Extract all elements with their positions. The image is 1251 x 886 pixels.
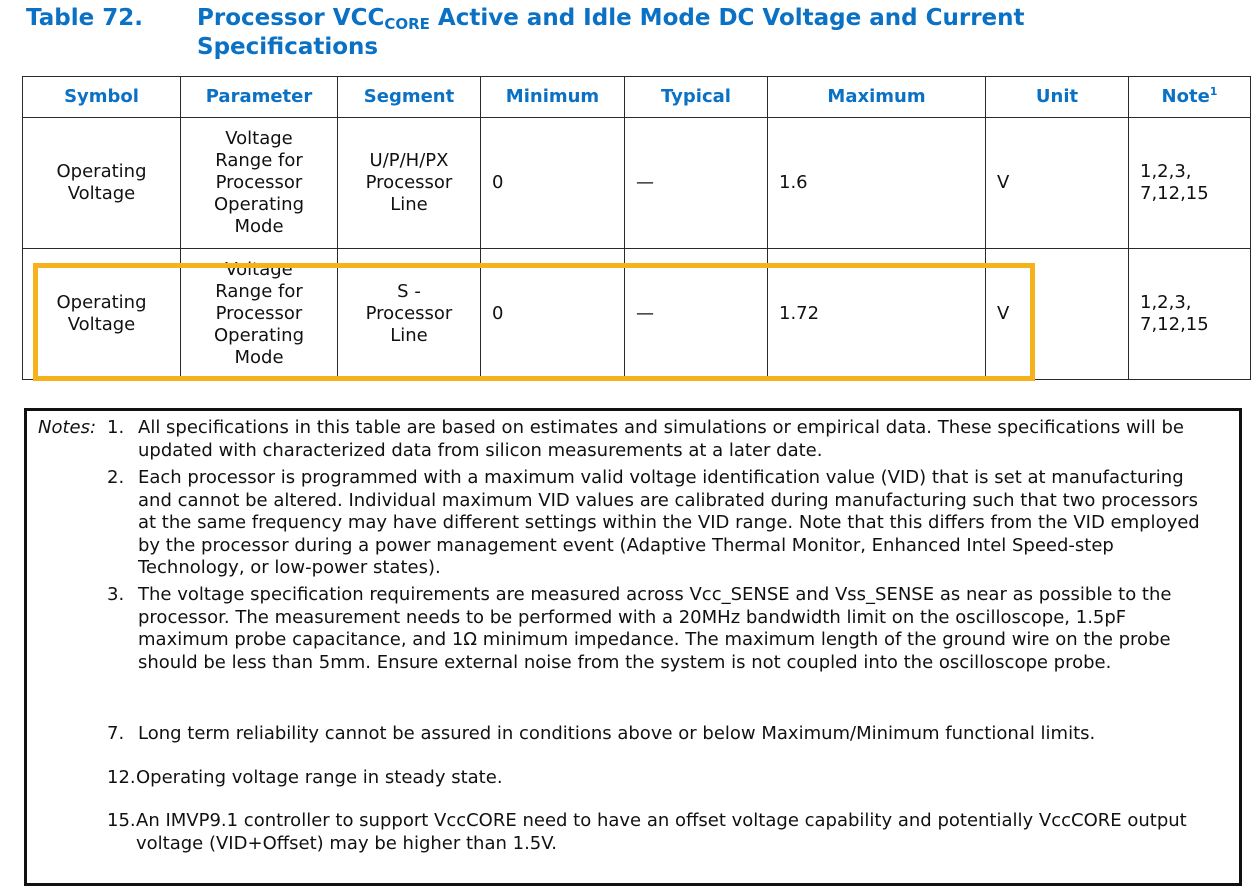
cell-parameter: Voltage Range for Processor Operating Mo… [180,248,338,380]
header-note-label: Note [1161,86,1210,107]
cell-typical: — [624,248,768,380]
note-number: 15. [107,810,136,831]
title-main: Processor VCC [197,5,385,31]
header-row: Symbol Parameter Segment Minimum Typical… [22,76,1251,118]
table-number: Table 72. [26,5,143,31]
cell-minimum: 0 [480,117,625,249]
cell-symbol-text: Operating Voltage [56,161,147,204]
header-symbol: Symbol [22,76,181,118]
header-minimum: Minimum [480,76,625,118]
cell-segment: S - Processor Line [337,248,481,380]
note-number: 3. [107,584,125,605]
header-segment: Segment [337,76,481,118]
cell-note-text: 1,2,3, 7,12,15 [1140,292,1209,335]
spec-table: Symbol Parameter Segment Minimum Typical… [22,76,1251,380]
cell-note-text: 1,2,3, 7,12,15 [1140,161,1209,204]
notes-box: Notes: 1. All specifications in this tab… [24,408,1242,886]
cell-parameter-text: Voltage Range for Processor Operating Mo… [214,128,304,237]
cell-maximum: 1.6 [767,117,986,249]
header-note-superscript: 1 [1209,85,1218,98]
cell-parameter: Voltage Range for Processor Operating Mo… [180,117,338,249]
notes-label: Notes: [38,417,97,438]
note-text: All specifications in this table are bas… [138,417,1184,461]
header-parameter: Parameter [180,76,338,118]
header-typical: Typical [624,76,768,118]
cell-unit: V [985,248,1129,380]
cell-segment: U/P/H/PX Processor Line [337,117,481,249]
cell-typical: — [624,117,768,249]
cell-segment-text: U/P/H/PX Processor Line [365,150,453,215]
cell-symbol-text: Operating Voltage [56,292,147,335]
cell-parameter-text: Voltage Range for Processor Operating Mo… [214,259,304,368]
title-subscript: CORE [384,15,430,33]
note-text: Each processor is programmed with a maxi… [138,467,1200,578]
cell-note: 1,2,3, 7,12,15 [1128,248,1251,380]
cell-symbol: Operating Voltage [22,248,181,380]
table-row: Operating Voltage Voltage Range for Proc… [22,248,1251,380]
note-number: 2. [107,467,125,488]
note-number: 7. [107,723,125,744]
header-unit: Unit [985,76,1129,118]
header-note: Note1 [1128,76,1251,118]
note-number: 1. [107,417,125,438]
note-number: 12. [107,767,136,788]
cell-segment-text: S - Processor Line [365,281,453,346]
note-text: The voltage specification requirements a… [138,584,1172,673]
note-text: Operating voltage range in steady state. [136,767,503,788]
note-text: An IMVP9.1 controller to support VccCORE… [136,810,1187,854]
table-title: Processor VCCCORE Active and Idle Mode D… [197,4,1197,62]
cell-unit: V [985,117,1129,249]
cell-minimum: 0 [480,248,625,380]
cell-symbol: Operating Voltage [22,117,181,249]
header-maximum: Maximum [767,76,986,118]
cell-maximum: 1.72 [767,248,986,380]
table-row: Operating Voltage Voltage Range for Proc… [22,117,1251,249]
cell-note: 1,2,3, 7,12,15 [1128,117,1251,249]
note-text: Long term reliability cannot be assured … [138,723,1096,744]
